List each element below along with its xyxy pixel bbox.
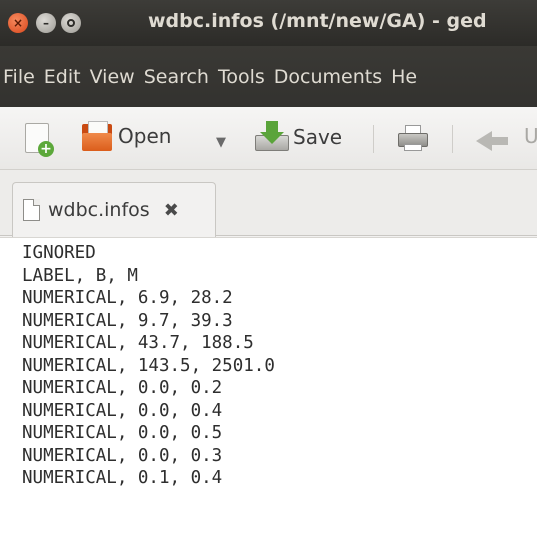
tab-wdbc-infos[interactable]: wdbc.infos ✖ [12, 182, 216, 237]
editor-line: NUMERICAL, 0.0, 0.2 [22, 378, 223, 398]
editor-line: NUMERICAL, 6.9, 28.2 [22, 288, 233, 308]
editor-line: NUMERICAL, 0.1, 0.4 [22, 468, 223, 488]
editor-line: NUMERICAL, 143.5, 2501.0 [22, 355, 275, 376]
menu-view[interactable]: View [90, 66, 135, 88]
editor-line: NUMERICAL, 0.0, 0.5 [22, 423, 223, 443]
close-icon: × [12, 16, 24, 30]
menu-tools[interactable]: Tools [218, 66, 265, 88]
editor-line: NUMERICAL, 0.0, 0.3 [22, 445, 223, 466]
toolbar-separator [373, 125, 374, 153]
menu-bar: File Edit View Search Tools Documents He [0, 46, 537, 107]
text-editor[interactable]: IGNORED LABEL, B, M NUMERICAL, 6.9, 28.2… [0, 237, 537, 550]
minimize-window-button[interactable]: – [36, 13, 56, 33]
toolbar: + Open ▼ Save [0, 107, 537, 170]
save-button-label: Save [293, 125, 343, 149]
open-recent-dropdown-icon[interactable]: ▼ [216, 135, 226, 150]
editor-line: NUMERICAL, 0.0, 0.4 [22, 400, 223, 421]
open-button-label: Open [118, 124, 172, 148]
tab-label: wdbc.infos [48, 199, 150, 221]
menu-help[interactable]: He [391, 66, 417, 88]
new-document-icon: + [38, 141, 54, 157]
open-button[interactable]: Open [82, 121, 171, 151]
editor-line: NUMERICAL, 9.7, 39.3 [22, 310, 233, 331]
menu-file[interactable]: File [3, 66, 35, 88]
print-button[interactable] [398, 125, 428, 151]
undo-icon[interactable] [476, 131, 508, 151]
editor-line: NUMERICAL, 43.7, 188.5 [22, 333, 254, 353]
window-title: wdbc.infos (/mnt/new/GA) - ged [148, 10, 487, 32]
editor-line: LABEL, B, M [22, 265, 138, 286]
minimize-icon: – [43, 16, 49, 30]
close-window-button[interactable]: × [8, 13, 28, 33]
gedit-window: × – wdbc.infos (/mnt/new/GA) - ged File … [0, 0, 537, 550]
menu-documents[interactable]: Documents [274, 66, 382, 88]
menu-search[interactable]: Search [144, 66, 209, 88]
text-document-icon [23, 199, 40, 221]
tab-bar: wdbc.infos ✖ [0, 170, 537, 237]
toolbar-separator [452, 125, 453, 153]
save-button[interactable]: Save [255, 121, 342, 153]
undo-button-label[interactable]: U [524, 124, 537, 148]
close-tab-icon[interactable]: ✖ [164, 200, 179, 221]
menu-edit[interactable]: Edit [44, 66, 81, 88]
maximize-window-button[interactable] [61, 13, 81, 33]
save-icon [255, 121, 289, 153]
new-document-button[interactable]: + [25, 123, 54, 157]
maximize-icon [67, 19, 75, 27]
title-bar[interactable]: × – wdbc.infos (/mnt/new/GA) - ged [0, 0, 537, 46]
editor-line: IGNORED [22, 243, 96, 263]
folder-open-icon [82, 121, 114, 151]
